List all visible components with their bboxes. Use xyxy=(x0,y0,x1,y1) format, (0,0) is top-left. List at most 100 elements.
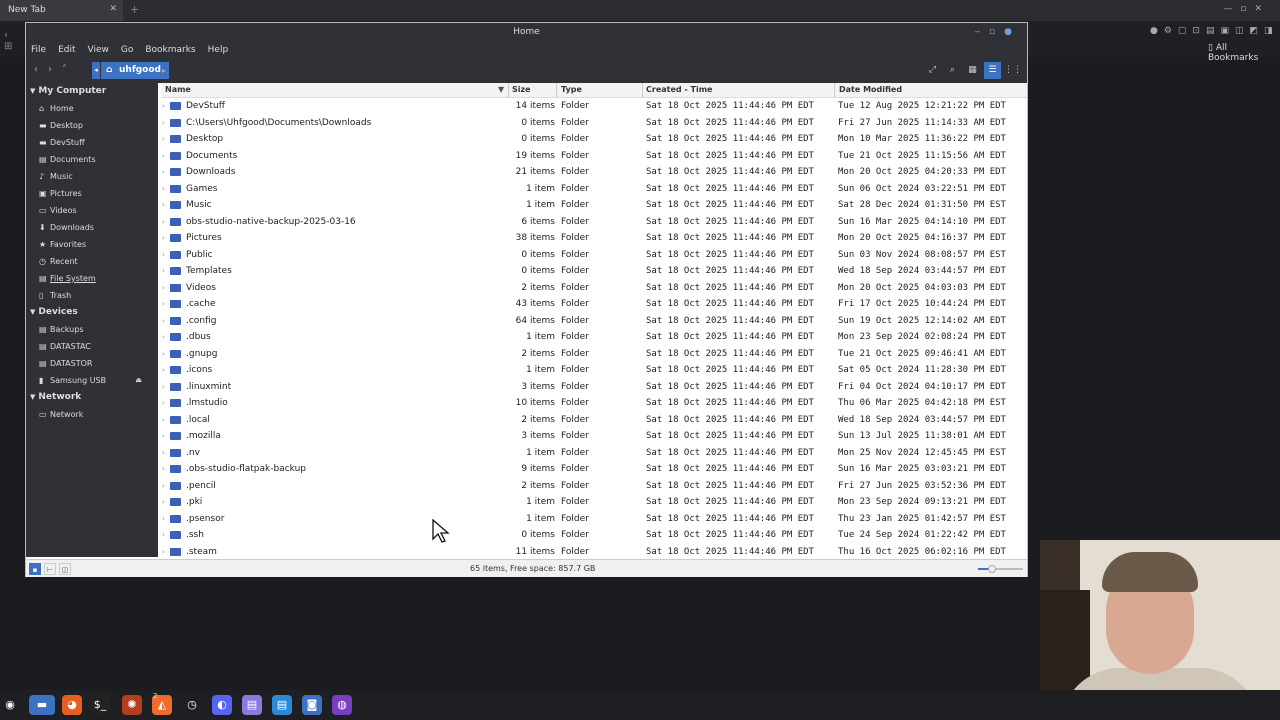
sidebar-item-trash[interactable]: ▯ Trash xyxy=(26,287,158,304)
expand-arrow-icon[interactable]: › xyxy=(162,98,165,115)
table-row[interactable]: › DevStuff 14 items Folder Sat 18 Oct 2025 1… xyxy=(161,98,1027,115)
zoom-slider-knob[interactable] xyxy=(987,565,996,573)
sidebar-item-samsung-usb[interactable]: ▮ Samsung USB ⏏ xyxy=(26,372,158,389)
menu-help[interactable]: Help xyxy=(208,41,229,59)
sidebar-item-home[interactable]: ⌂ Home xyxy=(26,100,158,117)
toggle-location-icon[interactable]: ⤢ xyxy=(924,62,941,79)
table-row[interactable]: › .lmstudio 10 items Folder Sat 18 Oct 2025 … xyxy=(161,395,1027,412)
sidebar-item-file-system[interactable]: ▤ File System xyxy=(26,270,158,287)
chevron-down-icon[interactable]: ▼ xyxy=(30,308,35,316)
expand-arrow-icon[interactable]: › xyxy=(162,214,165,231)
column-separator[interactable] xyxy=(556,83,557,98)
tree-icon[interactable]: ⊢ xyxy=(44,563,56,575)
hide-sidebar-icon[interactable]: ◫ xyxy=(59,563,71,575)
expand-arrow-icon[interactable]: › xyxy=(162,346,165,363)
search-icon[interactable]: ⌕ xyxy=(944,62,961,79)
notes-icon[interactable]: ▤ xyxy=(242,695,262,715)
table-row[interactable]: › Desktop 0 items Folder Sat 18 Oct 2025 11:… xyxy=(161,131,1027,148)
expand-arrow-icon[interactable]: › xyxy=(162,379,165,396)
up-icon[interactable]: ˄ xyxy=(62,64,77,75)
compact-view-icon[interactable]: ⋮⋮ xyxy=(1004,62,1022,79)
sidebar-item-downloads[interactable]: ⬇ Downloads xyxy=(26,219,158,236)
sidebar-item-network[interactable]: ▭ Network xyxy=(26,406,158,423)
list-view-icon[interactable]: ☰ xyxy=(984,62,1001,79)
column-type[interactable]: Type xyxy=(561,85,582,94)
table-row[interactable]: › Games 1 item Folder Sat 18 Oct 2025 11:44:… xyxy=(161,181,1027,198)
column-modified[interactable]: Date Modified xyxy=(839,85,902,94)
menu-file[interactable]: File xyxy=(31,41,46,59)
expand-arrow-icon[interactable]: › xyxy=(162,362,165,379)
table-row[interactable]: › Pictures 38 items Folder Sat 18 Oct 2025 1… xyxy=(161,230,1027,247)
table-row[interactable]: › obs-studio-native-backup-2025-03-16 6 it… xyxy=(161,214,1027,231)
table-row[interactable]: › Downloads 21 items Folder Sat 18 Oct 2025 … xyxy=(161,164,1027,181)
table-row[interactable]: › Videos 2 items Folder Sat 18 Oct 2025 11:4… xyxy=(161,280,1027,297)
menu-view[interactable]: View xyxy=(88,41,109,59)
sidebar-item-music[interactable]: ♪ Music xyxy=(26,168,158,185)
sidebar-section-header[interactable]: ▼ Devices xyxy=(26,304,158,321)
menu-edit[interactable]: Edit xyxy=(58,41,75,59)
sidebar-item-devstuff[interactable]: ▬ DevStuff xyxy=(26,134,158,151)
sidebar-item-videos[interactable]: ▭ Videos xyxy=(26,202,158,219)
browser-window-controls[interactable]: —▫✕ xyxy=(1223,4,1270,14)
sidebar-item-datastor[interactable]: ▤ DATASTOR xyxy=(26,355,158,372)
terminal-icon[interactable]: $_ xyxy=(90,695,110,715)
screenshot-icon[interactable]: ◙ xyxy=(302,695,322,715)
expand-arrow-icon[interactable]: › xyxy=(162,511,165,528)
icon-view-icon[interactable]: ▦ xyxy=(964,62,981,79)
text-editor-icon[interactable]: ▤ xyxy=(272,695,292,715)
column-name[interactable]: Name xyxy=(165,85,191,94)
expand-arrow-icon[interactable]: › xyxy=(162,445,165,462)
table-row[interactable]: › .mozilla 3 items Folder Sat 18 Oct 2025 11… xyxy=(161,428,1027,445)
expand-arrow-icon[interactable]: › xyxy=(162,527,165,544)
back-icon[interactable]: ‹ xyxy=(34,64,48,75)
firefox-icon[interactable]: ◕ xyxy=(62,695,82,715)
expand-arrow-icon[interactable]: › xyxy=(162,544,165,558)
sidebar-item-recent[interactable]: ◷ Recent xyxy=(26,253,158,270)
breadcrumb-right-arrow-icon[interactable]: ▸ xyxy=(162,62,166,79)
table-row[interactable]: › .config 64 items Folder Sat 18 Oct 2025 11… xyxy=(161,313,1027,330)
table-row[interactable]: › .steam 11 items Folder Sat 18 Oct 2025 11:… xyxy=(161,544,1027,558)
extension-icons[interactable]: ●⚙▢⊡▤▣◫◩◨ xyxy=(1150,26,1278,36)
sidebar-section-header[interactable]: ▼ My Computer xyxy=(26,83,158,100)
menu-bookmarks[interactable]: Bookmarks xyxy=(145,41,195,59)
places-icon[interactable]: ▪ xyxy=(29,563,41,575)
eject-icon[interactable]: ⏏ xyxy=(135,372,142,389)
forward-icon[interactable]: › xyxy=(48,64,62,75)
close-tab-icon[interactable]: ✕ xyxy=(109,4,117,14)
expand-arrow-icon[interactable]: › xyxy=(162,478,165,495)
sort-descending-icon[interactable]: ▼ xyxy=(498,85,504,94)
table-row[interactable]: › .gnupg 2 items Folder Sat 18 Oct 2025 11:4… xyxy=(161,346,1027,363)
table-row[interactable]: › .local 2 items Folder Sat 18 Oct 2025 11:4… xyxy=(161,412,1027,429)
sidebar-item-favorites[interactable]: ★ Favorites xyxy=(26,236,158,253)
column-separator[interactable] xyxy=(508,83,509,98)
expand-arrow-icon[interactable]: › xyxy=(162,313,165,330)
chevron-down-icon[interactable]: ▼ xyxy=(30,87,35,95)
expand-arrow-icon[interactable]: › xyxy=(162,494,165,511)
table-row[interactable]: › C:\Users\Uhfgood\Documents\Downloads 0 i… xyxy=(161,115,1027,132)
expand-arrow-icon[interactable]: › xyxy=(162,428,165,445)
table-row[interactable]: › .psensor 1 item Folder Sat 18 Oct 2025 11:… xyxy=(161,511,1027,528)
zoom-slider[interactable] xyxy=(978,565,1023,573)
table-row[interactable]: › .icons 1 item Folder Sat 18 Oct 2025 11:44… xyxy=(161,362,1027,379)
column-size[interactable]: Size xyxy=(512,85,531,94)
expand-arrow-icon[interactable]: › xyxy=(162,263,165,280)
table-row[interactable]: › .pki 1 item Folder Sat 18 Oct 2025 11:44:4… xyxy=(161,494,1027,511)
files-icon[interactable]: ▬ xyxy=(29,695,55,715)
browser-side-icons[interactable]: ‹ ⊞ xyxy=(4,30,12,52)
expand-arrow-icon[interactable]: › xyxy=(162,164,165,181)
menu-go[interactable]: Go xyxy=(121,41,133,59)
expand-arrow-icon[interactable]: › xyxy=(162,461,165,478)
chevron-down-icon[interactable]: ▼ xyxy=(30,393,35,401)
column-separator[interactable] xyxy=(642,83,643,98)
sidebar-item-backups[interactable]: ▤ Backups xyxy=(26,321,158,338)
table-row[interactable]: › .linuxmint 3 items Folder Sat 18 Oct 2025 … xyxy=(161,379,1027,396)
discord-icon[interactable]: ◐ xyxy=(212,695,232,715)
mint-menu-icon[interactable]: ◉ xyxy=(0,695,20,715)
github-icon[interactable]: ◍ xyxy=(332,695,352,715)
expand-arrow-icon[interactable]: › xyxy=(162,395,165,412)
expand-arrow-icon[interactable]: › xyxy=(162,247,165,264)
all-bookmarks-link[interactable]: ▯ All Bookmarks xyxy=(1208,43,1280,63)
sidebar-item-documents[interactable]: ▤ Documents xyxy=(26,151,158,168)
column-separator[interactable] xyxy=(834,83,835,98)
breadcrumb-home[interactable]: ⌂ uhfgood xyxy=(101,62,169,79)
